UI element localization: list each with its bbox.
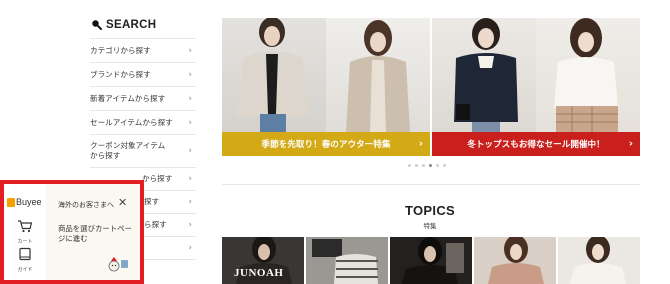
banner-panel-winter-sale[interactable]: 冬トップスもお得なセール開催中！ ›: [432, 18, 640, 156]
sidebar-item-label: から探す: [142, 174, 173, 183]
topic-thumbnail-text: JUNOAH: [234, 267, 284, 279]
sidebar-item-label: カテゴリから探す: [90, 45, 151, 55]
sidebar-item-sale[interactable]: セールアイテムから探す ›: [90, 111, 196, 135]
sidebar-item-label: ブランドから探す: [90, 69, 151, 79]
buyee-guide-button[interactable]: ガイド: [4, 246, 46, 273]
mascot-icon: [106, 254, 130, 274]
topics-thumbnails: JUNOAH: [222, 237, 640, 284]
chevron-right-icon: ›: [188, 69, 192, 80]
buyee-bubble-message: 商品を選びカートページに進む: [58, 224, 132, 243]
section-divider: [222, 184, 640, 185]
buyee-sidebar: Buyee カート ガイド: [4, 184, 46, 280]
banner-photo: [326, 18, 430, 132]
banner-panel-spring-outer[interactable]: 季節を先取り！春のアウター特集 ›: [222, 18, 430, 156]
search-icon: [90, 18, 104, 32]
chevron-right-icon: ›: [188, 117, 192, 128]
carousel-dot[interactable]: [408, 164, 411, 167]
buyee-logo-text: Buyee: [16, 197, 42, 207]
carousel-dot[interactable]: [415, 164, 418, 167]
buyee-message-bubble: 海外のお客さまへ ✕ 商品を選びカートページに進む: [50, 190, 136, 276]
page: SEARCH カテゴリから探す › ブランドから探す › 新着アイテムから探す …: [0, 0, 670, 284]
topics-subtitle: 特集: [423, 222, 437, 230]
carousel-dot[interactable]: [443, 164, 446, 167]
banner-photo: [432, 18, 536, 132]
buyee-logo-icon: [7, 197, 15, 207]
buyee-widget: Buyee カート ガイド 海外のお客さまへ ✕ 商品を選びカートページに進む: [0, 180, 144, 284]
carousel-dot[interactable]: [436, 164, 439, 167]
banner-caption-winter-sale[interactable]: 冬トップスもお得なセール開催中！ ›: [432, 132, 640, 156]
chevron-right-icon: ›: [188, 220, 192, 230]
banner-caption-label: 季節を先取り！春のアウター特集: [261, 140, 391, 150]
chevron-right-icon: ›: [188, 174, 192, 184]
chevron-right-icon: ›: [628, 138, 633, 150]
sidebar-item-category[interactable]: カテゴリから探す ›: [90, 39, 196, 63]
carousel-dots: [408, 164, 446, 167]
chevron-right-icon: ›: [188, 45, 192, 56]
sidebar-item-label: ら探す: [144, 220, 167, 229]
banner-caption-label: 冬トップスもお得なセール開催中！: [467, 140, 605, 150]
chevron-right-icon: ›: [188, 243, 192, 253]
chevron-right-icon: ›: [188, 146, 192, 156]
banner-caption-spring-outer[interactable]: 季節を先取り！春のアウター特集 ›: [222, 132, 430, 156]
sidebar-item-label: セールアイテムから探す: [90, 117, 173, 127]
buyee-cart-button[interactable]: カート: [4, 218, 46, 245]
banner-photo: [536, 18, 640, 132]
topic-thumbnail[interactable]: JUNOAH: [222, 237, 304, 284]
sidebar-item-brand[interactable]: ブランドから探す ›: [90, 63, 196, 87]
buyee-cart-label: カート: [17, 239, 33, 245]
close-icon[interactable]: ✕: [118, 196, 127, 209]
book-icon: [18, 246, 32, 265]
hero-banner: 季節を先取り！春のアウター特集 › 冬トップスもお得なセール開催中！ ›: [222, 18, 640, 156]
banner-photo: [222, 18, 326, 132]
sidebar-item-label: クーポン対象アイテムから探す: [90, 141, 166, 160]
cart-icon: [17, 218, 33, 237]
sidebar-item-new-arrivals[interactable]: 新着アイテムから探す ›: [90, 87, 196, 111]
topic-thumbnail[interactable]: [390, 237, 472, 284]
sidebar-item-label: 探す: [144, 197, 160, 206]
search-heading-label: SEARCH: [106, 19, 157, 31]
carousel-dot-active[interactable]: [429, 164, 432, 167]
sidebar-item-coupon[interactable]: クーポン対象アイテムから探す ›: [90, 135, 196, 168]
chevron-right-icon: ›: [188, 93, 192, 104]
chevron-right-icon: ›: [188, 197, 192, 207]
buyee-guide-label: ガイド: [17, 267, 33, 273]
buyee-logo[interactable]: Buyee: [7, 197, 42, 207]
chevron-right-icon: ›: [418, 138, 423, 150]
sidebar-item-label: 新着アイテムから探す: [90, 93, 166, 103]
topic-thumbnail[interactable]: [306, 237, 388, 284]
buyee-bubble-title: 海外のお客さまへ: [58, 201, 114, 209]
search-heading: SEARCH: [90, 14, 196, 36]
topic-thumbnail[interactable]: [474, 237, 556, 284]
topics-title: TOPICS: [405, 203, 455, 218]
topic-thumbnail[interactable]: [558, 237, 640, 284]
carousel-dot[interactable]: [422, 164, 425, 167]
